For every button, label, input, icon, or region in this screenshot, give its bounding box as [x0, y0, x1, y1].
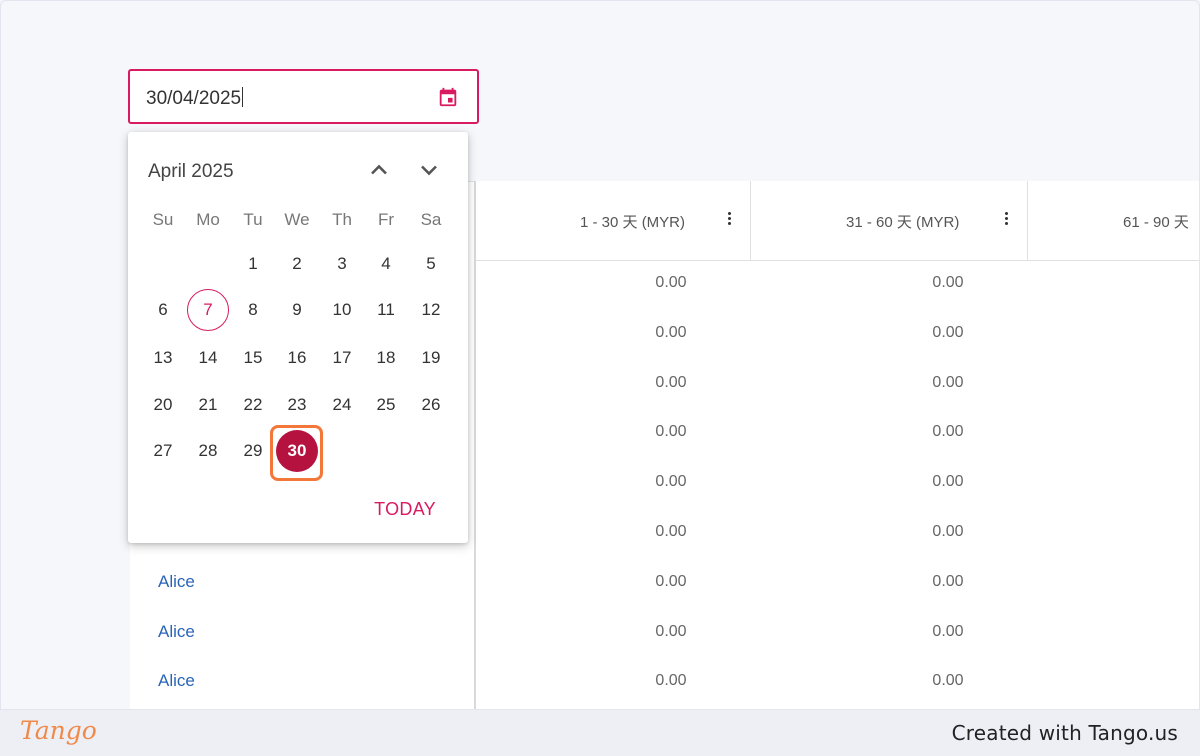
- calendar-day[interactable]: 5: [410, 243, 452, 285]
- weekday-label: Sa: [420, 210, 442, 229]
- calendar-day[interactable]: 18: [365, 337, 407, 379]
- calendar-day[interactable]: 25: [365, 384, 407, 426]
- column-header-label: 61 - 90 天: [1123, 214, 1189, 231]
- click-highlight-marker: [270, 425, 323, 481]
- weekday-label: Tu: [243, 210, 263, 229]
- text-caret: [242, 87, 244, 107]
- customer-name-link[interactable]: Alice: [158, 572, 195, 592]
- column-header-1-30[interactable]: 1 - 30 天 (MYR): [476, 181, 751, 260]
- grid-header-row: 1 - 30 天 (MYR) 31 - 60 天 (MYR) 61 - 90 天: [476, 181, 1199, 261]
- column-header-label: 31 - 60 天 (MYR): [846, 214, 960, 231]
- tango-logo: Tango: [20, 716, 97, 745]
- column-menu-icon[interactable]: [1005, 212, 1009, 228]
- calendar-day[interactable]: 10: [321, 289, 363, 331]
- chevron-up-icon[interactable]: [365, 156, 393, 184]
- customer-name-link[interactable]: Alice: [158, 622, 195, 642]
- amount-cell: 0.00: [655, 274, 687, 291]
- calendar-day[interactable]: 15: [232, 337, 274, 379]
- calendar-day[interactable]: 28: [187, 430, 229, 472]
- calendar-day[interactable]: 22: [232, 384, 274, 426]
- amount-cell: 0.00: [655, 622, 687, 640]
- calendar-day[interactable]: 3: [321, 243, 363, 285]
- calendar-day[interactable]: 1: [232, 243, 274, 285]
- calendar-icon[interactable]: [437, 86, 459, 108]
- today-button[interactable]: TODAY: [374, 499, 436, 520]
- amount-cell: 0.00: [655, 323, 687, 341]
- customer-name-link[interactable]: Alice: [158, 671, 195, 691]
- amount-cell: 0.00: [655, 473, 687, 491]
- amount-cell: 0.00: [932, 274, 964, 291]
- calendar-day[interactable]: 26: [410, 384, 452, 426]
- amount-cell: 0.00: [932, 672, 964, 690]
- calendar-day[interactable]: 4: [365, 243, 407, 285]
- calendar-day[interactable]: 12: [410, 289, 452, 331]
- amount-cell: 0.00: [932, 622, 964, 640]
- amount-cell: 0.00: [655, 572, 687, 590]
- calendar-day[interactable]: 17: [321, 337, 363, 379]
- calendar-month-label[interactable]: April 2025: [148, 161, 234, 183]
- calendar-day[interactable]: 20: [142, 384, 184, 426]
- chevron-down-icon[interactable]: [415, 156, 443, 184]
- weekday-label: Su: [152, 210, 174, 229]
- calendar-popup: April 2025 Su Mo Tu We Th Fr Sa 1 2 3 4 5 6 7 8 9 10 11 1…: [128, 132, 468, 543]
- calendar-day[interactable]: 16: [276, 337, 318, 379]
- calendar-day[interactable]: 14: [187, 337, 229, 379]
- calendar-day[interactable]: 7: [187, 289, 229, 331]
- amount-cell: 0.00: [932, 572, 964, 590]
- amount-cell: 0.00: [932, 473, 964, 491]
- calendar-day[interactable]: 23: [276, 384, 318, 426]
- amount-cell: 0.00: [655, 672, 687, 690]
- amount-cell: 0.00: [932, 323, 964, 341]
- calendar-day[interactable]: 21: [187, 384, 229, 426]
- calendar-day[interactable]: 19: [410, 337, 452, 379]
- calendar-day[interactable]: 6: [142, 289, 184, 331]
- calendar-day[interactable]: 27: [142, 430, 184, 472]
- created-with-credit: Created with Tango.us: [951, 721, 1178, 745]
- amount-cell: 0.00: [655, 523, 687, 540]
- weekday-label: Fr: [377, 210, 395, 229]
- weekday-label: Th: [332, 210, 352, 229]
- amount-cell: 0.00: [655, 373, 687, 391]
- calendar-day[interactable]: 9: [276, 289, 318, 331]
- date-input-value[interactable]: 30/04/2025: [146, 87, 244, 110]
- footer-bar: Tango Created with Tango.us: [0, 710, 1200, 756]
- amount-cell: 0.00: [932, 523, 964, 540]
- date-input[interactable]: 30/04/2025: [128, 69, 479, 124]
- amount-cell: 0.00: [932, 423, 964, 441]
- calendar-day[interactable]: 8: [232, 289, 274, 331]
- column-header-61-90[interactable]: 61 - 90 天: [1028, 181, 1199, 260]
- calendar-day[interactable]: 24: [321, 384, 363, 426]
- weekday-label: We: [284, 210, 310, 229]
- amount-cell: 0.00: [655, 423, 687, 441]
- column-menu-icon[interactable]: [728, 212, 732, 228]
- column-header-label: 1 - 30 天 (MYR): [580, 214, 686, 231]
- column-header-31-60[interactable]: 31 - 60 天 (MYR): [751, 181, 1028, 260]
- amount-cell: 0.00: [932, 373, 964, 391]
- calendar-day[interactable]: 13: [142, 337, 184, 379]
- weekday-label: Mo: [196, 210, 220, 229]
- calendar-day[interactable]: 29: [232, 430, 274, 472]
- calendar-day[interactable]: 2: [276, 243, 318, 285]
- app-frame: 1 - 30 天 (MYR) 31 - 60 天 (MYR) 61 - 90 天…: [0, 0, 1200, 710]
- calendar-day[interactable]: 11: [365, 289, 407, 331]
